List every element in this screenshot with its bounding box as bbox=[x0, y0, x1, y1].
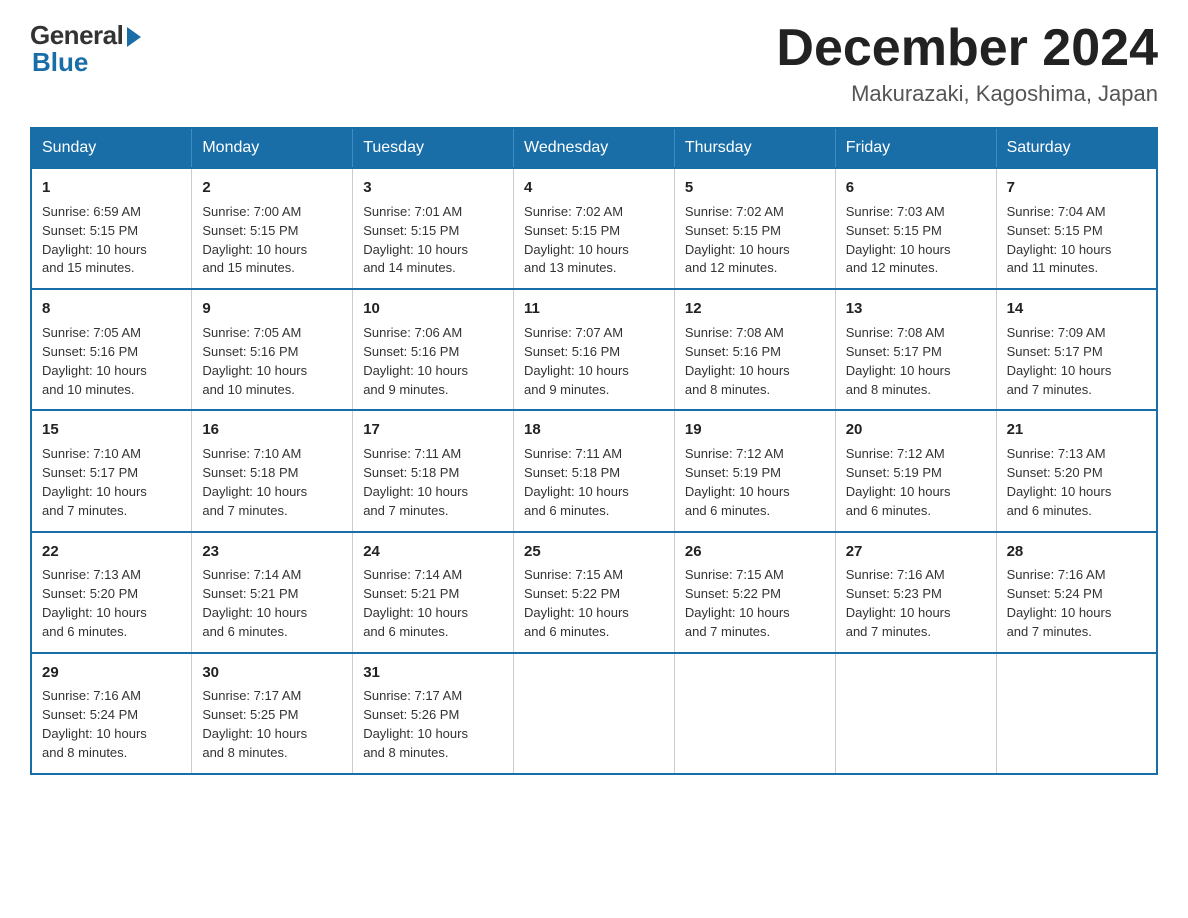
calendar-cell: 1Sunrise: 6:59 AMSunset: 5:15 PMDaylight… bbox=[31, 168, 192, 289]
logo-triangle-icon bbox=[127, 27, 141, 47]
calendar-cell: 22Sunrise: 7:13 AMSunset: 5:20 PMDayligh… bbox=[31, 532, 192, 653]
day-number: 4 bbox=[524, 177, 664, 199]
day-number: 29 bbox=[42, 662, 181, 684]
header-wednesday: Wednesday bbox=[514, 128, 675, 168]
header-friday: Friday bbox=[835, 128, 996, 168]
day-number: 18 bbox=[524, 419, 664, 441]
day-number: 15 bbox=[42, 419, 181, 441]
day-number: 23 bbox=[202, 541, 342, 563]
header-row: Sunday Monday Tuesday Wednesday Thursday… bbox=[31, 128, 1157, 168]
header-tuesday: Tuesday bbox=[353, 128, 514, 168]
calendar-cell: 17Sunrise: 7:11 AMSunset: 5:18 PMDayligh… bbox=[353, 410, 514, 531]
day-number: 30 bbox=[202, 662, 342, 684]
day-number: 17 bbox=[363, 419, 503, 441]
day-number: 10 bbox=[363, 298, 503, 320]
calendar-cell: 11Sunrise: 7:07 AMSunset: 5:16 PMDayligh… bbox=[514, 289, 675, 410]
calendar-cell: 30Sunrise: 7:17 AMSunset: 5:25 PMDayligh… bbox=[192, 653, 353, 774]
logo: General Blue bbox=[30, 20, 141, 78]
day-number: 9 bbox=[202, 298, 342, 320]
calendar-cell: 5Sunrise: 7:02 AMSunset: 5:15 PMDaylight… bbox=[674, 168, 835, 289]
calendar-cell: 25Sunrise: 7:15 AMSunset: 5:22 PMDayligh… bbox=[514, 532, 675, 653]
calendar-cell bbox=[674, 653, 835, 774]
day-number: 6 bbox=[846, 177, 986, 199]
calendar-cell: 31Sunrise: 7:17 AMSunset: 5:26 PMDayligh… bbox=[353, 653, 514, 774]
calendar-cell: 21Sunrise: 7:13 AMSunset: 5:20 PMDayligh… bbox=[996, 410, 1157, 531]
calendar-week-2: 8Sunrise: 7:05 AMSunset: 5:16 PMDaylight… bbox=[31, 289, 1157, 410]
day-number: 5 bbox=[685, 177, 825, 199]
calendar-cell: 20Sunrise: 7:12 AMSunset: 5:19 PMDayligh… bbox=[835, 410, 996, 531]
calendar-body: 1Sunrise: 6:59 AMSunset: 5:15 PMDaylight… bbox=[31, 168, 1157, 774]
day-number: 22 bbox=[42, 541, 181, 563]
day-number: 1 bbox=[42, 177, 181, 199]
calendar-cell bbox=[514, 653, 675, 774]
day-number: 31 bbox=[363, 662, 503, 684]
calendar-cell: 24Sunrise: 7:14 AMSunset: 5:21 PMDayligh… bbox=[353, 532, 514, 653]
day-number: 28 bbox=[1007, 541, 1146, 563]
day-number: 14 bbox=[1007, 298, 1146, 320]
logo-blue-text: Blue bbox=[30, 47, 88, 78]
day-number: 27 bbox=[846, 541, 986, 563]
calendar-cell bbox=[835, 653, 996, 774]
day-number: 11 bbox=[524, 298, 664, 320]
day-number: 26 bbox=[685, 541, 825, 563]
calendar-cell: 19Sunrise: 7:12 AMSunset: 5:19 PMDayligh… bbox=[674, 410, 835, 531]
calendar-cell: 15Sunrise: 7:10 AMSunset: 5:17 PMDayligh… bbox=[31, 410, 192, 531]
page-header: General Blue December 2024 Makurazaki, K… bbox=[30, 20, 1158, 107]
day-number: 19 bbox=[685, 419, 825, 441]
calendar-cell: 14Sunrise: 7:09 AMSunset: 5:17 PMDayligh… bbox=[996, 289, 1157, 410]
calendar-cell bbox=[996, 653, 1157, 774]
calendar-cell: 3Sunrise: 7:01 AMSunset: 5:15 PMDaylight… bbox=[353, 168, 514, 289]
calendar-cell: 13Sunrise: 7:08 AMSunset: 5:17 PMDayligh… bbox=[835, 289, 996, 410]
calendar-cell: 7Sunrise: 7:04 AMSunset: 5:15 PMDaylight… bbox=[996, 168, 1157, 289]
calendar-cell: 4Sunrise: 7:02 AMSunset: 5:15 PMDaylight… bbox=[514, 168, 675, 289]
calendar-cell: 9Sunrise: 7:05 AMSunset: 5:16 PMDaylight… bbox=[192, 289, 353, 410]
calendar-week-1: 1Sunrise: 6:59 AMSunset: 5:15 PMDaylight… bbox=[31, 168, 1157, 289]
calendar-cell: 16Sunrise: 7:10 AMSunset: 5:18 PMDayligh… bbox=[192, 410, 353, 531]
day-number: 20 bbox=[846, 419, 986, 441]
day-number: 25 bbox=[524, 541, 664, 563]
calendar-cell: 28Sunrise: 7:16 AMSunset: 5:24 PMDayligh… bbox=[996, 532, 1157, 653]
day-number: 3 bbox=[363, 177, 503, 199]
calendar-week-4: 22Sunrise: 7:13 AMSunset: 5:20 PMDayligh… bbox=[31, 532, 1157, 653]
day-number: 12 bbox=[685, 298, 825, 320]
title-area: December 2024 Makurazaki, Kagoshima, Jap… bbox=[776, 20, 1158, 107]
header-thursday: Thursday bbox=[674, 128, 835, 168]
location-subtitle: Makurazaki, Kagoshima, Japan bbox=[776, 81, 1158, 107]
calendar-cell: 18Sunrise: 7:11 AMSunset: 5:18 PMDayligh… bbox=[514, 410, 675, 531]
calendar-cell: 6Sunrise: 7:03 AMSunset: 5:15 PMDaylight… bbox=[835, 168, 996, 289]
calendar-header: Sunday Monday Tuesday Wednesday Thursday… bbox=[31, 128, 1157, 168]
header-monday: Monday bbox=[192, 128, 353, 168]
calendar-cell: 29Sunrise: 7:16 AMSunset: 5:24 PMDayligh… bbox=[31, 653, 192, 774]
header-saturday: Saturday bbox=[996, 128, 1157, 168]
calendar-week-5: 29Sunrise: 7:16 AMSunset: 5:24 PMDayligh… bbox=[31, 653, 1157, 774]
calendar-cell: 26Sunrise: 7:15 AMSunset: 5:22 PMDayligh… bbox=[674, 532, 835, 653]
day-number: 16 bbox=[202, 419, 342, 441]
calendar-cell: 10Sunrise: 7:06 AMSunset: 5:16 PMDayligh… bbox=[353, 289, 514, 410]
header-sunday: Sunday bbox=[31, 128, 192, 168]
day-number: 21 bbox=[1007, 419, 1146, 441]
day-number: 8 bbox=[42, 298, 181, 320]
calendar-table: Sunday Monday Tuesday Wednesday Thursday… bbox=[30, 127, 1158, 775]
calendar-cell: 2Sunrise: 7:00 AMSunset: 5:15 PMDaylight… bbox=[192, 168, 353, 289]
day-number: 7 bbox=[1007, 177, 1146, 199]
calendar-cell: 8Sunrise: 7:05 AMSunset: 5:16 PMDaylight… bbox=[31, 289, 192, 410]
day-number: 2 bbox=[202, 177, 342, 199]
day-number: 24 bbox=[363, 541, 503, 563]
calendar-cell: 12Sunrise: 7:08 AMSunset: 5:16 PMDayligh… bbox=[674, 289, 835, 410]
day-number: 13 bbox=[846, 298, 986, 320]
calendar-week-3: 15Sunrise: 7:10 AMSunset: 5:17 PMDayligh… bbox=[31, 410, 1157, 531]
calendar-cell: 23Sunrise: 7:14 AMSunset: 5:21 PMDayligh… bbox=[192, 532, 353, 653]
calendar-cell: 27Sunrise: 7:16 AMSunset: 5:23 PMDayligh… bbox=[835, 532, 996, 653]
month-title: December 2024 bbox=[776, 20, 1158, 77]
